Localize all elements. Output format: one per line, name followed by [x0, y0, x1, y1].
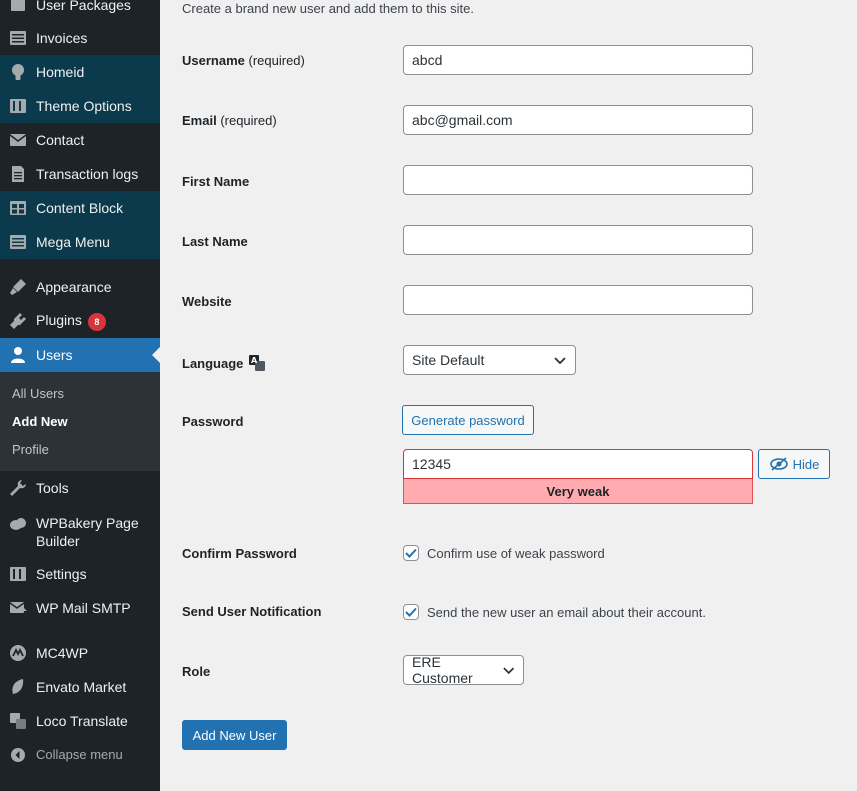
password-label: Password	[182, 414, 244, 429]
language-label: Language A	[182, 353, 267, 373]
send-notification-label: Send User Notification	[182, 604, 322, 619]
sidebar-item-envato-market[interactable]: Envato Market	[0, 670, 160, 704]
role-select[interactable]: ERE Customer	[403, 654, 524, 686]
translate-icon	[0, 711, 36, 731]
packages-icon	[0, 0, 36, 15]
settings-sliders-icon	[0, 564, 36, 584]
list-icon	[0, 28, 36, 48]
add-user-form: Create a brand new user and add them to …	[160, 0, 857, 791]
sidebar-item-contact[interactable]: Contact	[0, 123, 160, 157]
sidebar-item-users[interactable]: Users	[0, 338, 160, 372]
generate-password-button[interactable]: Generate password	[402, 405, 534, 435]
language-select[interactable]: Site Default	[403, 345, 576, 375]
chevron-down-icon	[502, 667, 514, 675]
send-notification-row: Send the new user an email about their a…	[403, 604, 706, 620]
sidebar-item-mega-menu[interactable]: Mega Menu	[0, 225, 160, 259]
email-input[interactable]	[403, 105, 753, 135]
svg-text:A: A	[251, 356, 258, 365]
email-label: Email (required)	[182, 113, 277, 128]
confirm-weak-password-row: Confirm use of weak password	[403, 545, 605, 561]
admin-sidebar: User Packages Invoices Homeid Theme Opti…	[0, 0, 160, 791]
sidebar-item-label: Plugins	[36, 312, 82, 328]
password-strength-meter: Very weak	[403, 479, 753, 504]
collapse-menu-button[interactable]: Collapse menu	[0, 738, 160, 772]
sidebar-item-tools[interactable]: Tools	[0, 471, 160, 505]
username-input[interactable]	[403, 45, 753, 75]
submenu-add-new[interactable]: Add New	[12, 414, 68, 429]
checkmark-icon	[405, 607, 417, 617]
sidebar-item-loco-translate[interactable]: Loco Translate	[0, 704, 160, 738]
submenu-profile[interactable]: Profile	[12, 442, 49, 457]
first-name-label: First Name	[182, 174, 250, 189]
wrench-icon	[0, 478, 36, 498]
plugins-update-badge: 8	[87, 313, 106, 331]
document-icon	[0, 164, 36, 184]
plugin-icon	[0, 311, 36, 331]
chevron-down-icon	[554, 357, 566, 365]
password-input[interactable]: 12345	[403, 449, 753, 479]
list-icon	[0, 232, 36, 252]
table-icon	[0, 198, 36, 218]
eye-slash-icon	[769, 457, 788, 471]
sidebar-item-transaction-logs[interactable]: Transaction logs	[0, 157, 160, 191]
form-description: Create a brand new user and add them to …	[182, 1, 474, 16]
sidebar-item-mc4wp[interactable]: MC4WP	[0, 636, 160, 670]
settings-sliders-icon	[0, 96, 36, 116]
submenu-all-users[interactable]: All Users	[12, 386, 64, 401]
collapse-arrow-icon	[0, 745, 36, 765]
mc4wp-icon	[0, 643, 36, 663]
user-icon	[0, 345, 36, 365]
checkmark-icon	[405, 548, 417, 558]
last-name-input[interactable]	[403, 225, 753, 255]
sidebar-item-wpbakery[interactable]: WPBakery Page Builder	[0, 506, 160, 556]
leaf-icon	[0, 677, 36, 697]
sidebar-item-settings[interactable]: Settings	[0, 557, 160, 591]
role-label: Role	[182, 664, 211, 679]
paintbrush-icon	[0, 277, 36, 297]
last-name-label: Last Name	[182, 234, 248, 249]
confirm-weak-password-checkbox[interactable]	[403, 545, 419, 561]
mail-arrow-icon	[0, 598, 36, 618]
sidebar-item-wp-mail-smtp[interactable]: WP Mail SMTP	[0, 591, 160, 625]
website-input[interactable]	[403, 285, 753, 315]
sidebar-item-user-packages[interactable]: User Packages	[0, 0, 160, 22]
confirm-password-label: Confirm Password	[182, 546, 297, 561]
sidebar-item-theme-options[interactable]: Theme Options	[0, 89, 160, 123]
add-new-user-button[interactable]: Add New User	[182, 720, 287, 750]
username-label: Username (required)	[182, 53, 305, 68]
cloud-icon	[0, 514, 36, 534]
website-label: Website	[182, 294, 232, 309]
users-submenu: All Users Add New Profile	[0, 372, 160, 471]
email-icon	[0, 130, 36, 150]
sidebar-item-homeid[interactable]: Homeid	[0, 55, 160, 89]
lightbulb-icon	[0, 62, 36, 82]
send-notification-checkbox[interactable]	[403, 604, 419, 620]
sidebar-item-appearance[interactable]: Appearance	[0, 270, 160, 304]
sidebar-item-invoices[interactable]: Invoices	[0, 21, 160, 55]
sidebar-item-content-block[interactable]: Content Block	[0, 191, 160, 225]
hide-password-button[interactable]: Hide	[758, 449, 830, 479]
sidebar-item-plugins[interactable]: Plugins 8	[0, 304, 160, 338]
first-name-input[interactable]	[403, 165, 753, 195]
translation-icon: A	[249, 355, 266, 371]
